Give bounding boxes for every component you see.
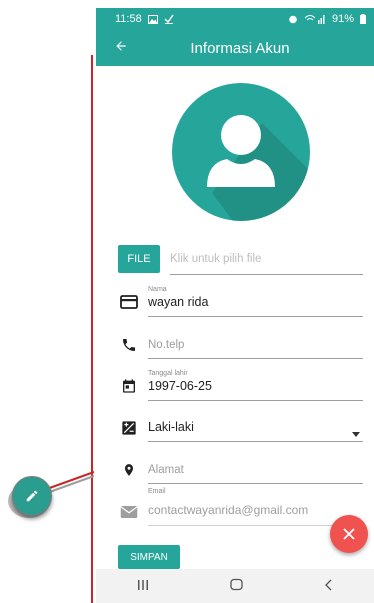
recent-apps-icon[interactable]: [137, 578, 149, 594]
phone-icon: [119, 335, 139, 355]
save-button[interactable]: SIMPAN: [118, 545, 180, 569]
name-input[interactable]: wayan rida: [148, 295, 208, 309]
address-input[interactable]: Alamat: [148, 464, 184, 476]
system-nav-bar: [96, 569, 374, 603]
close-fab[interactable]: [330, 515, 368, 553]
name-label: Nama: [148, 286, 167, 293]
battery-percent: 91%: [331, 13, 354, 25]
close-icon: [343, 528, 355, 540]
phone-screen: 11:58 91% Informasi Akun FILE Klik untuk…: [96, 8, 374, 603]
pencil-icon: [26, 490, 38, 502]
location-pin-icon: [119, 460, 139, 480]
email-input[interactable]: contactwayanrida@gmail.com: [148, 503, 308, 517]
annotation-line: [91, 55, 93, 603]
gender-select[interactable]: Laki-laki: [148, 420, 194, 434]
file-placeholder[interactable]: Klik untuk pilih file: [170, 253, 261, 265]
birth-date-label: Tanggal lahir: [148, 370, 188, 377]
file-field-underline: [170, 274, 363, 275]
gender-icon: [119, 418, 139, 438]
alarm-icon: [289, 15, 297, 24]
phone-input[interactable]: No.telp: [148, 339, 184, 351]
address-underline: [148, 483, 363, 484]
birth-date-underline: [148, 400, 363, 401]
profile-avatar[interactable]: [172, 83, 310, 221]
chevron-down-icon[interactable]: [352, 432, 360, 437]
name-underline: [148, 316, 363, 317]
credit-card-icon: [119, 292, 139, 312]
status-bar: 11:58 91%: [96, 8, 374, 30]
file-button[interactable]: FILE: [118, 245, 160, 273]
email-label: Email: [148, 488, 166, 495]
calendar-icon: [119, 376, 139, 396]
gender-underline: [148, 441, 363, 442]
birth-date-input[interactable]: 1997-06-25: [148, 379, 212, 393]
back-button[interactable]: [114, 36, 128, 58]
app-bar: Informasi Akun: [96, 30, 374, 66]
page-title: Informasi Akun: [190, 39, 290, 57]
back-nav-icon[interactable]: [324, 578, 334, 594]
image-icon: [147, 14, 158, 24]
person-icon: [207, 115, 310, 221]
wifi-signal-icon: [304, 15, 325, 24]
envelope-icon: [119, 502, 139, 522]
edit-fab[interactable]: [12, 476, 52, 516]
battery-icon: [360, 14, 366, 24]
phone-underline: [148, 358, 363, 359]
home-icon[interactable]: [229, 578, 243, 594]
download-check-icon: [164, 14, 174, 24]
arrow-left-icon: [116, 41, 126, 51]
status-time: 11:58: [115, 13, 142, 25]
